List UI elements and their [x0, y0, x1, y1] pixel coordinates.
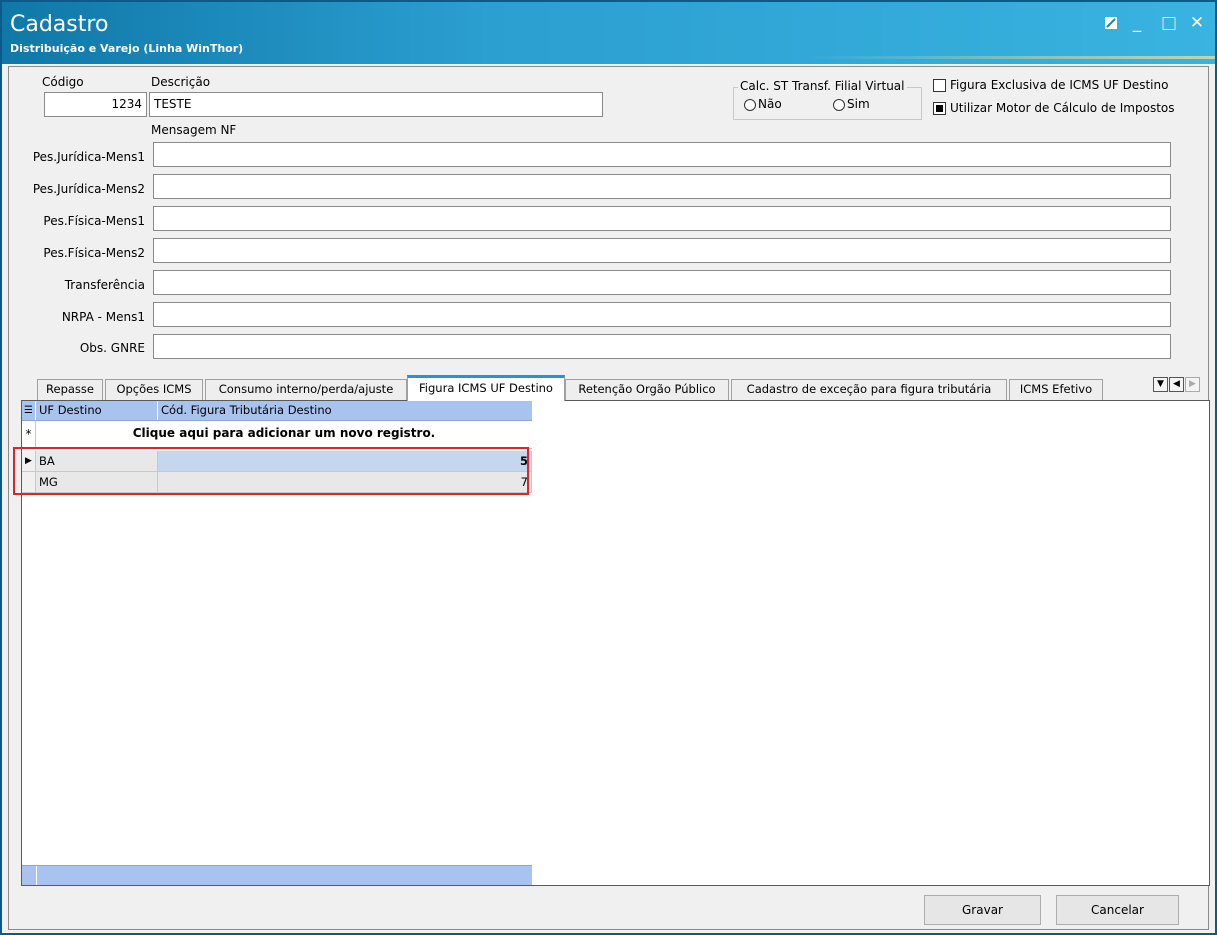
radio-nao[interactable] [744, 99, 756, 111]
window-title: Cadastro [10, 12, 109, 37]
current-row-arrow-icon: ▶ [22, 451, 36, 472]
utilizar-motor-label: Utilizar Motor de Cálculo de Impostos [950, 101, 1175, 115]
grid-area: ☰ UF Destino Cód. Figura Tributária Dest… [21, 400, 1210, 886]
title-bar: Cadastro Distribuição e Varejo (Linha Wi… [2, 2, 1215, 64]
tab-figura-icms-uf-destino[interactable]: Figura ICMS UF Destino [407, 375, 565, 401]
descricao-input[interactable]: TESTE [149, 92, 603, 117]
tab-icms-efetivo[interactable]: ICMS Efetivo [1009, 379, 1103, 400]
new-record-text: Clique aqui para adicionar um novo regis… [132, 426, 436, 440]
close-button[interactable]: ✕ [1186, 12, 1208, 34]
table-row[interactable]: MG 7 [22, 472, 532, 493]
cancelar-button[interactable]: Cancelar [1056, 895, 1179, 925]
column-chooser-icon[interactable]: ☰ [22, 401, 36, 420]
field-input-pf-mens2[interactable] [153, 238, 1171, 263]
field-input-obs-gnre[interactable] [153, 334, 1171, 359]
footer-divider [36, 866, 37, 885]
field-label-pj-mens2: Pes.Jurídica-Mens2 [32, 182, 145, 196]
tab-scroll-left-icon[interactable]: ◀ [1169, 377, 1184, 392]
field-input-pj-mens2[interactable] [153, 174, 1171, 199]
tab-repasse[interactable]: Repasse [37, 379, 103, 400]
cell-cod[interactable]: 7 [158, 472, 532, 493]
tab-dropdown-icon[interactable]: ▼ [1153, 377, 1168, 392]
tab-consumo-interno[interactable]: Consumo interno/perda/ajuste [205, 379, 407, 400]
field-label-nrpa-mens1: NRPA - Mens1 [61, 310, 145, 324]
field-input-pj-mens1[interactable] [153, 142, 1171, 167]
cell-uf[interactable]: BA [36, 451, 158, 472]
tab-retencao-orgao-publico[interactable]: Retenção Orgão Público [565, 379, 729, 400]
codigo-input[interactable]: 1234 [44, 92, 147, 117]
figura-exclusiva-label: Figura Exclusiva de ICMS UF Destino [950, 78, 1169, 92]
cell-cod[interactable]: 5 [158, 451, 532, 472]
field-input-nrpa-mens1[interactable] [153, 302, 1171, 327]
grid-header: ☰ UF Destino Cód. Figura Tributária Dest… [22, 401, 532, 421]
field-input-transferencia[interactable] [153, 270, 1171, 295]
tab-strip: Repasse Opções ICMS Consumo interno/perd… [19, 375, 1209, 401]
new-record-row[interactable]: * Clique aqui para adicionar um novo reg… [22, 421, 532, 449]
tab-opcoes-icms[interactable]: Opções ICMS [105, 379, 203, 400]
restore-icon[interactable] [1100, 12, 1122, 34]
field-label-obs-gnre: Obs. GNRE [79, 341, 145, 355]
field-label-transferencia: Transferência [64, 278, 145, 292]
radio-sim[interactable] [833, 99, 845, 111]
tab-scroll-right-icon[interactable]: ▶ [1185, 377, 1200, 392]
form-content: Código 1234 Descrição TESTE Mensagem NF … [8, 66, 1210, 930]
table-row[interactable]: ▶ BA 5 [22, 451, 532, 472]
title-bar-decoration [802, 56, 1215, 59]
field-label-pf-mens1: Pes.Física-Mens1 [43, 214, 145, 228]
minimize-button[interactable]: _ [1126, 12, 1148, 34]
cell-uf[interactable]: MG [36, 472, 158, 493]
field-label-pj-mens1: Pes.Jurídica-Mens1 [32, 150, 145, 164]
radio-nao-label: Não [758, 97, 782, 111]
codigo-label: Código [42, 75, 84, 89]
gravar-button[interactable]: Gravar [924, 895, 1041, 925]
column-header-uf-destino[interactable]: UF Destino [36, 401, 158, 420]
descricao-label: Descrição [151, 75, 211, 89]
tab-cadastro-excecao[interactable]: Cadastro de exceção para figura tributár… [731, 379, 1007, 400]
utilizar-motor-checkbox[interactable] [933, 102, 946, 115]
maximize-button[interactable]: □ [1158, 12, 1180, 34]
figura-exclusiva-checkbox[interactable] [933, 79, 946, 92]
calc-st-label: Calc. ST Transf. Filial Virtual [738, 79, 907, 93]
window-frame: Cadastro Distribuição e Varejo (Linha Wi… [0, 0, 1217, 935]
column-header-cod-figura[interactable]: Cód. Figura Tributária Destino [158, 401, 532, 420]
window-subtitle: Distribuição e Varejo (Linha WinThor) [10, 42, 244, 55]
mensagem-nf-label: Mensagem NF [151, 123, 237, 137]
row-indicator [22, 472, 36, 493]
grid-footer-bar [22, 865, 532, 885]
field-input-pf-mens1[interactable] [153, 206, 1171, 231]
new-row-asterisk-icon: * [22, 421, 36, 448]
field-label-pf-mens2: Pes.Física-Mens2 [43, 246, 145, 260]
radio-sim-label: Sim [847, 97, 870, 111]
